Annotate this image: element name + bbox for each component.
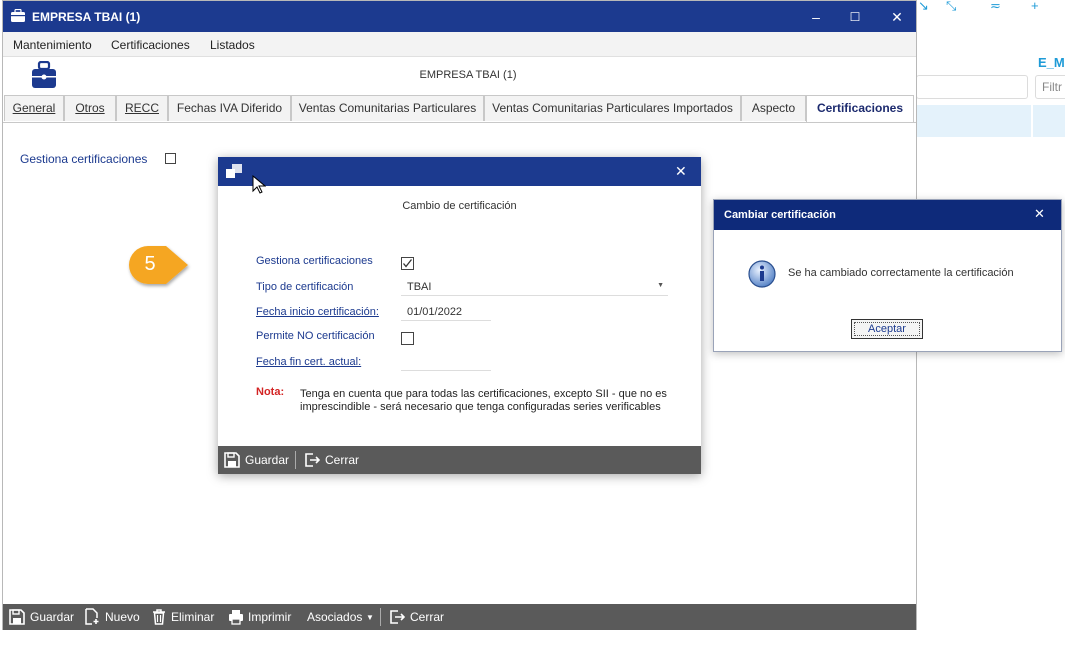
mouse-cursor-icon <box>252 175 266 194</box>
dialog-close-button[interactable]: Cerrar <box>304 447 360 473</box>
exit-icon <box>305 453 320 467</box>
gestiona-certificaciones-checkbox[interactable] <box>165 153 176 164</box>
tab-certificaciones[interactable]: Certificaciones <box>806 95 914 122</box>
save-icon <box>9 609 25 625</box>
main-toolbar: Guardar Nuevo Eliminar Imprimir Asociado… <box>3 604 916 630</box>
fecha-fin-input[interactable] <box>401 354 491 371</box>
menu-bar: Mantenimiento Certificaciones Listados <box>3 32 916 57</box>
toolbar-separator <box>380 608 381 626</box>
minimize-button[interactable]: – <box>806 7 826 27</box>
tab-fechas-iva[interactable]: Fechas IVA Diferido <box>168 95 291 121</box>
background-selected-row[interactable] <box>916 105 1065 137</box>
close-window-button[interactable]: ✕ <box>887 7 907 27</box>
minimize-arrows-icon[interactable]: ⤡ <box>946 0 956 14</box>
info-message: Se ha cambiado correctamente la certific… <box>788 267 1014 279</box>
dropdown-arrow-icon: ▼ <box>657 282 664 289</box>
gestiona-checkbox[interactable] <box>401 257 414 270</box>
gestiona-label: Gestiona certificaciones <box>256 255 373 267</box>
permite-no-certificacion-checkbox[interactable] <box>401 332 414 345</box>
app-windows-icon <box>226 164 242 178</box>
main-titlebar[interactable]: EMPRESA TBAI (1) – ☐ ✕ <box>3 1 916 32</box>
nota-text: Tenga en cuenta que para todas las certi… <box>300 388 667 413</box>
menu-mantenimiento[interactable]: Mantenimiento <box>13 38 92 52</box>
tab-ventas-comunitarias[interactable]: Ventas Comunitarias Particulares <box>291 95 484 121</box>
tab-ventas-importados[interactable]: Ventas Comunitarias Particulares Importa… <box>484 95 741 121</box>
gestiona-certificaciones-label: Gestiona certificaciones <box>20 152 148 166</box>
accept-button[interactable]: Aceptar <box>851 319 923 339</box>
background-filter-input[interactable]: Filtr <box>1035 75 1065 99</box>
tab-general[interactable]: General <box>4 95 64 121</box>
tipo-certificacion-label: Tipo de certificación <box>256 281 354 293</box>
save-button[interactable]: Guardar <box>9 604 74 630</box>
background-toolbar-icons: ↘ ⤡ ≂ + <box>918 0 1065 14</box>
background-row-divider <box>1031 105 1033 137</box>
new-button[interactable]: Nuevo <box>84 604 140 630</box>
new-document-icon <box>85 608 99 625</box>
trash-icon <box>153 609 165 625</box>
dialog-subtitle: Cambio de certificación <box>402 200 517 212</box>
save-icon <box>224 452 240 468</box>
main-window-title: EMPRESA TBAI (1) <box>32 10 141 24</box>
briefcase-icon <box>11 9 25 22</box>
collapse-icon[interactable]: ↘ <box>918 0 929 14</box>
menu-listados[interactable]: Listados <box>210 38 255 52</box>
background-input[interactable] <box>916 75 1028 99</box>
exit-icon <box>390 610 405 624</box>
print-button[interactable]: Imprimir <box>228 604 294 630</box>
permite-no-certificacion-label: Permite NO certificación <box>256 330 375 342</box>
fecha-fin-label[interactable]: Fecha fin cert. actual: <box>256 356 361 368</box>
tab-aspecto[interactable]: Aspecto <box>741 95 806 121</box>
info-close-icon[interactable]: ✕ <box>1034 206 1045 222</box>
company-header: EMPRESA TBAI (1) <box>419 69 517 81</box>
dialog-toolbar-separator <box>295 451 296 469</box>
menu-certificaciones[interactable]: Certificaciones <box>111 38 190 52</box>
nota-label: Nota: <box>256 386 285 398</box>
checkmark-icon <box>403 259 413 268</box>
tab-strip: General Otros RECC Fechas IVA Diferido V… <box>3 95 916 123</box>
info-icon <box>748 260 776 288</box>
info-dialog: Cambiar certificación ✕ Se ha cambiado c… <box>713 199 1062 352</box>
fecha-inicio-label[interactable]: Fecha inicio certificación: <box>256 306 379 318</box>
delete-button[interactable]: Eliminar <box>152 604 216 630</box>
filter-clear-icon[interactable]: ≂ <box>990 0 1001 14</box>
printer-icon <box>229 610 243 625</box>
info-dialog-titlebar[interactable]: Cambiar certificación ✕ <box>714 200 1061 230</box>
fecha-inicio-input[interactable]: 01/01/2022 <box>401 304 491 321</box>
tab-otros[interactable]: Otros <box>64 95 116 121</box>
dialog-toolbar: Guardar Cerrar <box>218 446 701 474</box>
tab-recc[interactable]: RECC <box>116 95 168 121</box>
tipo-certificacion-select[interactable]: TBAI ▼ <box>401 279 668 296</box>
dialog-save-button[interactable]: Guardar <box>224 447 289 473</box>
dialog-close-icon[interactable]: ✕ <box>675 163 687 180</box>
background-column-label: E_M <box>1038 55 1065 70</box>
company-logo-icon <box>32 61 56 88</box>
cambio-certificacion-dialog: ✕ Cambio de certificación Gestiona certi… <box>218 157 701 474</box>
dialog-titlebar[interactable]: ✕ <box>218 157 701 194</box>
caret-down-icon: ▼ <box>366 613 374 622</box>
maximize-button[interactable]: ☐ <box>845 7 865 27</box>
close-button[interactable]: Cerrar <box>389 604 445 630</box>
step-number: 5 <box>144 253 156 275</box>
info-dialog-title: Cambiar certificación <box>724 209 836 221</box>
associated-dropdown[interactable]: Asociados ▼ <box>307 604 374 630</box>
add-icon[interactable]: + <box>1031 0 1039 13</box>
